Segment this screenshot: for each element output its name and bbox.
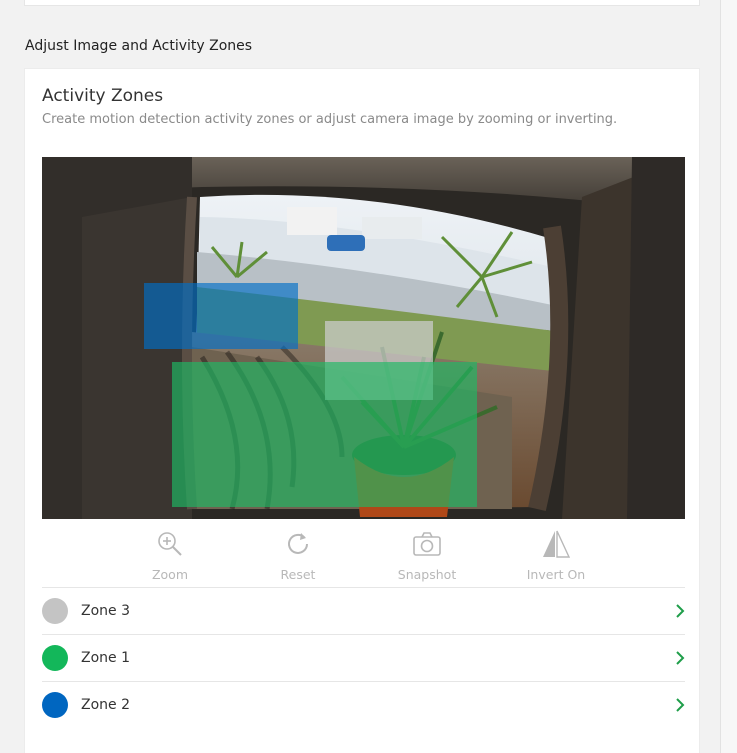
- reset-icon: [288, 533, 308, 554]
- page-scrollbar[interactable]: [720, 0, 737, 753]
- camera-preview[interactable]: [42, 157, 685, 519]
- zone-color-dot: [42, 645, 68, 671]
- image-toolbar: Zoom Reset Snapshot Invert On: [42, 529, 685, 587]
- zone-list-item[interactable]: Zone 2: [42, 681, 685, 728]
- invert-icon: [543, 530, 571, 558]
- activity-zones-card: Activity Zones Create motion detection a…: [24, 68, 700, 753]
- section-title: Adjust Image and Activity Zones: [25, 38, 253, 54]
- zone-name: Zone 2: [81, 697, 130, 713]
- zone-list-item[interactable]: Zone 1: [42, 634, 685, 681]
- zone-color-dot: [42, 692, 68, 718]
- chevron-right-icon: [676, 604, 685, 618]
- previous-settings-card: [24, 0, 700, 6]
- invert-button[interactable]: Invert On: [511, 529, 601, 582]
- snapshot-button[interactable]: Snapshot: [382, 529, 472, 582]
- zoom-label: Zoom: [151, 567, 189, 582]
- zoom-in-icon: [158, 532, 182, 556]
- activity-zone-1-overlay[interactable]: [172, 362, 477, 507]
- snapshot-label: Snapshot: [397, 567, 457, 582]
- camera-icon: [413, 532, 441, 556]
- zone-list-item[interactable]: Zone 3: [42, 587, 685, 634]
- zone-color-dot: [42, 598, 68, 624]
- zone-list: Zone 3 Zone 1 Zone 2: [42, 587, 685, 728]
- chevron-right-icon: [676, 651, 685, 665]
- zone-name: Zone 3: [81, 603, 130, 619]
- activity-zone-2-overlay[interactable]: [144, 283, 298, 349]
- reset-button[interactable]: Reset: [253, 529, 343, 582]
- reset-label: Reset: [280, 567, 316, 582]
- card-description: Create motion detection activity zones o…: [42, 112, 618, 127]
- invert-label: Invert On: [526, 567, 586, 582]
- chevron-right-icon: [676, 698, 685, 712]
- zone-name: Zone 1: [81, 650, 130, 666]
- zoom-button[interactable]: Zoom: [125, 529, 215, 582]
- card-title: Activity Zones: [42, 86, 164, 106]
